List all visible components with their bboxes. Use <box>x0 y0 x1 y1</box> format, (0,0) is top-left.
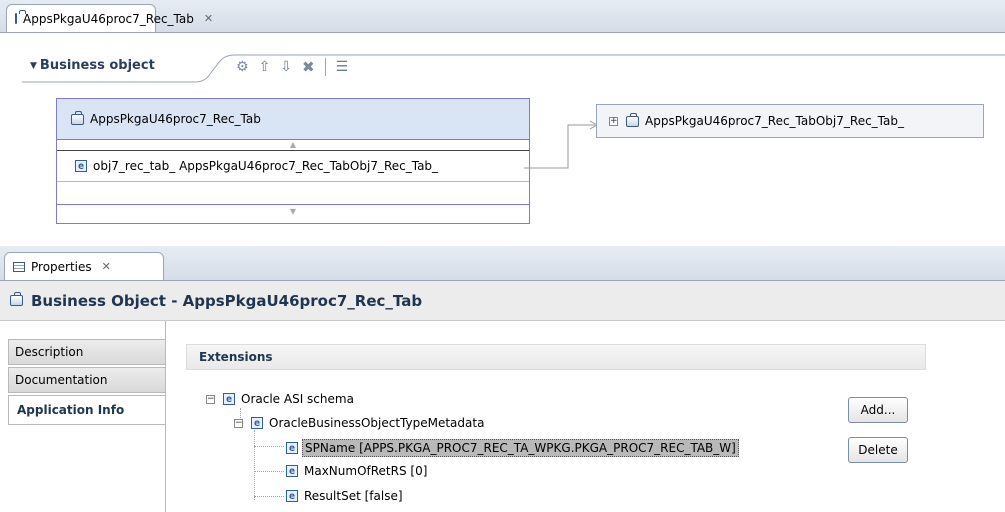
business-object-icon <box>71 110 84 125</box>
extensions-tree: − e Oracle ASI schema − e OracleBusiness… <box>196 386 836 506</box>
properties-header-title: Business Object - AppsPkgaU46proc7_Rec_T… <box>31 291 423 310</box>
tree-node-label: Oracle ASI schema <box>241 392 354 406</box>
main-bo-header[interactable]: AppsPkgaU46proc7_Rec_Tab <box>57 99 529 140</box>
element-icon: e <box>286 490 298 502</box>
properties-tab-bar: Properties ✕ <box>0 246 1005 281</box>
side-tabs: Description Documentation Application In… <box>0 321 166 512</box>
close-icon[interactable]: ✕ <box>204 12 213 25</box>
tree-leaf-label: SPName [APPS.PKGA_PROC7_REC_TA_WPKG.PKGA… <box>302 439 739 457</box>
field-row[interactable]: e obj7_rec_tab_ AppsPkgaU46proc7_Rec_Tab… <box>57 151 529 181</box>
element-icon: e <box>251 417 263 429</box>
move-up-icon[interactable]: ⇧ <box>259 59 271 75</box>
tree-node-root[interactable]: − e Oracle ASI schema <box>206 392 354 406</box>
element-icon: e <box>286 442 298 454</box>
extensions-title: Extensions <box>199 350 273 364</box>
properties-header: Business Object - AppsPkgaU46proc7_Rec_T… <box>0 281 1005 321</box>
layout-icon[interactable]: ☰ <box>336 59 349 75</box>
scroll-up-bar[interactable]: ▲ <box>57 140 529 151</box>
tree-node-child[interactable]: − e OracleBusinessObjectTypeMetadata <box>234 416 484 430</box>
side-tab-application-info[interactable]: Application Info <box>8 395 166 425</box>
expand-icon[interactable]: + <box>609 116 618 126</box>
editor-tab-bar: AppsPkgaU46proc7_Rec_Tab ✕ <box>0 0 1005 33</box>
properties-icon <box>13 261 25 272</box>
tree-line <box>254 446 284 447</box>
add-button-label: Add... <box>860 403 896 417</box>
close-icon[interactable]: ✕ <box>102 260 111 273</box>
delete-button[interactable]: Delete <box>848 437 908 463</box>
add-button[interactable]: Add... <box>848 397 908 423</box>
collapse-icon[interactable]: − <box>234 418 243 428</box>
tree-line <box>254 496 284 497</box>
side-tab-label: Application Info <box>17 403 125 417</box>
tree-leaf-label: ResultSet [false] <box>304 489 403 503</box>
business-object-icon <box>15 10 26 24</box>
section-divider <box>22 54 1005 83</box>
properties-tab-title: Properties <box>31 259 92 274</box>
linked-bo-node[interactable]: + AppsPkgaU46proc7_Rec_TabObj7_Rec_Tab_ <box>596 104 984 138</box>
editor-tab-title: AppsPkgaU46proc7_Rec_Tab <box>23 11 194 26</box>
tree-leaf-label: MaxNumOfRetRS [0] <box>304 464 428 478</box>
tree-leaf-maxnumofretrs[interactable]: e MaxNumOfRetRS [0] <box>286 464 427 478</box>
scroll-down-bar[interactable]: ▼ <box>57 204 529 219</box>
tree-line <box>254 430 255 500</box>
toolbar-separator <box>324 58 326 76</box>
linked-bo-title: AppsPkgaU46proc7_Rec_TabObj7_Rec_Tab_ <box>645 114 904 128</box>
connector-line <box>524 120 599 169</box>
tree-node-label: OracleBusinessObjectTypeMetadata <box>269 416 485 430</box>
move-down-icon[interactable]: ⇩ <box>280 59 292 75</box>
business-object-icon <box>626 112 639 127</box>
side-tab-label: Documentation <box>15 373 108 387</box>
extensions-header: Extensions <box>186 344 926 370</box>
collapse-icon[interactable]: − <box>206 394 215 404</box>
element-icon: e <box>223 393 235 405</box>
side-tab-documentation[interactable]: Documentation <box>8 367 166 393</box>
editor-toolbar: ⚙ ⇧ ⇩ ✖ ☰ <box>236 58 348 76</box>
add-field-icon[interactable]: ⚙ <box>236 59 249 75</box>
element-icon: e <box>75 160 87 172</box>
tree-leaf-resultset[interactable]: e ResultSet [false] <box>286 489 403 503</box>
business-object-icon <box>10 292 23 306</box>
delete-button-label: Delete <box>858 443 898 457</box>
main-bo-title: AppsPkgaU46proc7_Rec_Tab <box>90 112 261 126</box>
field-label: obj7_rec_tab_ AppsPkgaU46proc7_Rec_TabOb… <box>93 159 439 173</box>
empty-row <box>57 181 529 204</box>
properties-tab[interactable]: Properties ✕ <box>4 252 164 280</box>
tree-leaf-spname[interactable]: e SPName [APPS.PKGA_PROC7_REC_TA_WPKG.PK… <box>286 439 739 457</box>
side-tabs-divider <box>165 321 166 512</box>
main-bo-node[interactable]: AppsPkgaU46proc7_Rec_Tab ▲ e obj7_rec_ta… <box>56 98 530 224</box>
editor-tab[interactable]: AppsPkgaU46proc7_Rec_Tab ✕ <box>6 4 213 32</box>
tree-line <box>254 471 284 472</box>
side-tab-description[interactable]: Description <box>8 339 166 365</box>
element-icon: e <box>286 465 298 477</box>
delete-icon[interactable]: ✖ <box>302 58 315 76</box>
side-tab-label: Description <box>15 345 84 359</box>
